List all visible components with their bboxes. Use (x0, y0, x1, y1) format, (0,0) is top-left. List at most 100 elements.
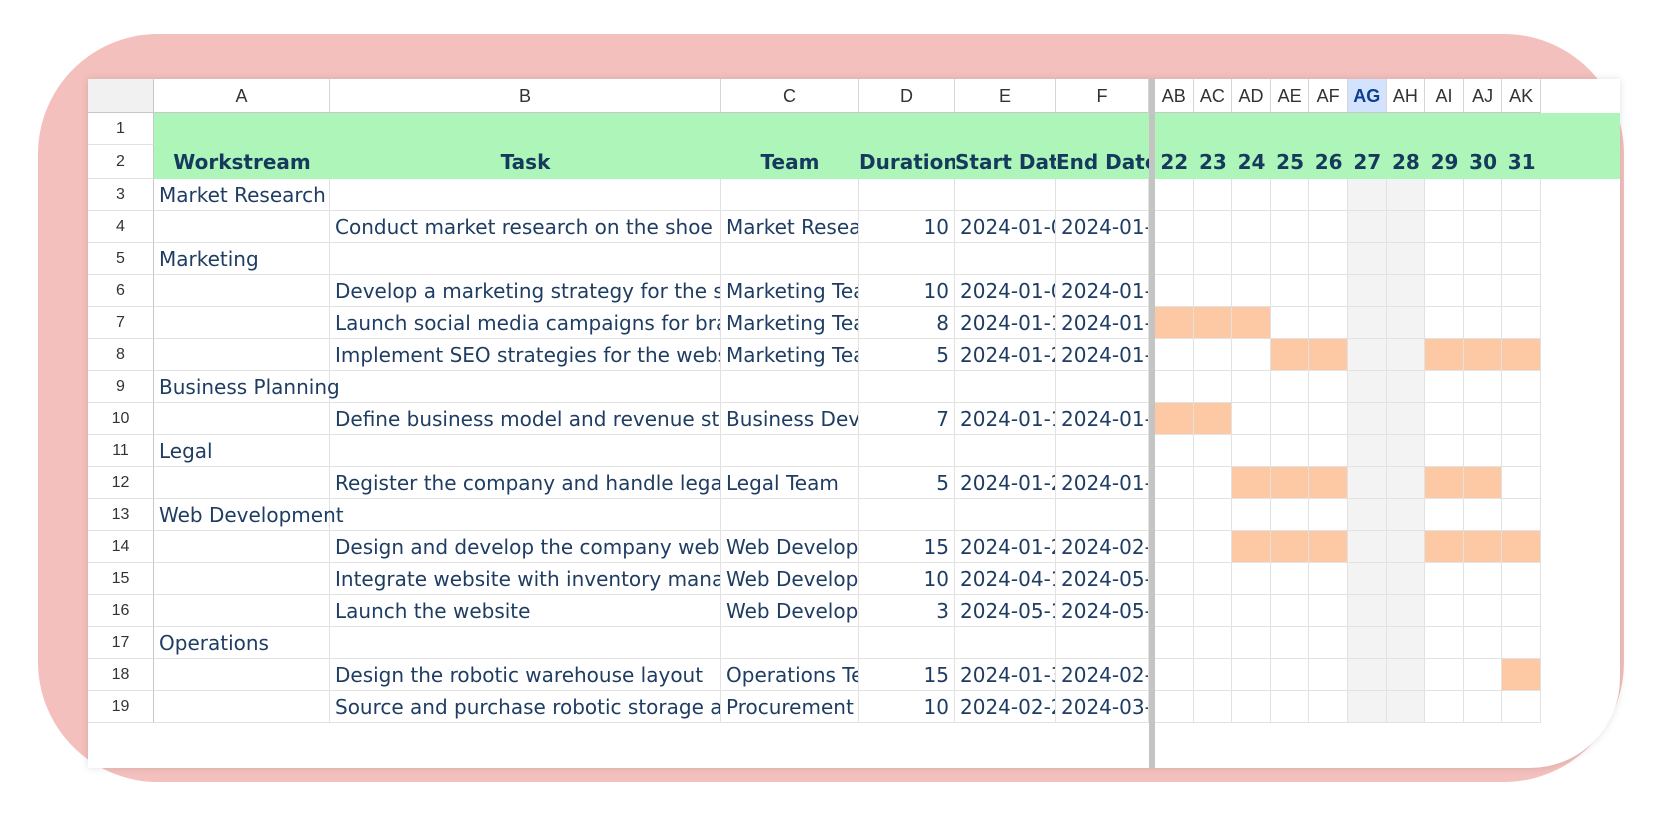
spreadsheet-grid[interactable]: A B C D E F AB AC AD AE AF AG AH AI AJ AK 1 2 Workstream Ta… (88, 79, 1620, 768)
cell-start[interactable]: 2024-01-01 (955, 275, 1056, 307)
cell-end[interactable]: 2024-02-13 (1056, 531, 1149, 563)
cell-team[interactable]: Marketing Team (721, 275, 859, 307)
gantt-cell[interactable] (1386, 691, 1426, 723)
gantt-bar-cell[interactable] (1232, 531, 1271, 563)
gantt-cell[interactable] (1502, 563, 1541, 595)
gantt-cell[interactable] (1270, 659, 1310, 691)
gantt-cell[interactable] (1270, 211, 1310, 243)
gantt-cell[interactable] (1232, 499, 1271, 531)
gantt-cell[interactable] (1386, 339, 1426, 371)
select-all-corner[interactable] (88, 79, 154, 113)
gantt-cell[interactable] (1155, 531, 1194, 563)
cell-end[interactable] (1056, 243, 1149, 275)
gantt-cell[interactable] (1193, 371, 1233, 403)
row-header-13[interactable]: 13 (88, 499, 154, 531)
gantt-cell[interactable] (1348, 211, 1387, 243)
gantt-cell[interactable] (1386, 435, 1426, 467)
gantt-cell[interactable] (1155, 563, 1194, 595)
gantt-cell[interactable] (1232, 403, 1271, 435)
gantt-cell[interactable] (1193, 499, 1233, 531)
gantt-bar-cell[interactable] (1463, 467, 1503, 499)
gantt-cell[interactable] (1309, 211, 1348, 243)
cell-end[interactable]: 2024-03-05 (1056, 691, 1149, 723)
gantt-cell[interactable] (1270, 403, 1310, 435)
cell-start[interactable] (955, 435, 1056, 467)
header-end-date[interactable]: End Date (1056, 145, 1149, 179)
gantt-cell[interactable] (1425, 691, 1464, 723)
cell-workstream[interactable]: Market Research (154, 179, 330, 211)
cell-team[interactable] (721, 435, 859, 467)
gantt-cell[interactable] (1425, 563, 1464, 595)
column-header-ag[interactable]: AG (1348, 79, 1387, 113)
cell-task[interactable] (330, 179, 721, 211)
gantt-cell[interactable] (1386, 179, 1426, 211)
gantt-cell[interactable] (1193, 595, 1233, 627)
row-header-4[interactable]: 4 (88, 211, 154, 243)
row-header-10[interactable]: 10 (88, 403, 154, 435)
cell-duration[interactable]: 7 (859, 403, 955, 435)
cell-workstream[interactable] (154, 691, 330, 723)
cell-start[interactable] (955, 243, 1056, 275)
header-team[interactable]: Team (721, 145, 859, 179)
cell-end[interactable]: 2024-02-20 (1056, 659, 1149, 691)
cell-start[interactable]: 2024-05-15 (955, 595, 1056, 627)
cell-workstream[interactable]: Operations (154, 627, 330, 659)
row-header-6[interactable]: 6 (88, 275, 154, 307)
cell-team[interactable]: Marketing Team (721, 307, 859, 339)
gantt-cell[interactable] (1309, 627, 1348, 659)
gantt-cell[interactable] (1309, 499, 1348, 531)
gantt-cell[interactable] (1232, 435, 1271, 467)
gantt-day-31[interactable]: 31 (1502, 145, 1541, 179)
gantt-cell[interactable] (1386, 211, 1426, 243)
gantt-cell[interactable] (1386, 627, 1426, 659)
gantt-cell[interactable] (1425, 403, 1464, 435)
column-header-f[interactable]: F (1056, 79, 1149, 113)
gantt-bar-cell[interactable] (1193, 307, 1233, 339)
cell-task[interactable]: Integrate website with inventory managem… (330, 563, 721, 595)
gantt-bar-cell[interactable] (1193, 403, 1233, 435)
column-header-aj[interactable]: AJ (1463, 79, 1503, 113)
gantt-cell[interactable] (1155, 467, 1194, 499)
gantt-cell[interactable] (1348, 339, 1387, 371)
gantt-cell[interactable] (1270, 627, 1310, 659)
gantt-cell[interactable] (1348, 595, 1387, 627)
gantt-cell[interactable] (1193, 435, 1233, 467)
gantt-bar-cell[interactable] (1309, 467, 1348, 499)
column-header-e[interactable]: E (955, 79, 1056, 113)
cell-task[interactable]: Register the company and handle legal re… (330, 467, 721, 499)
column-header-ad[interactable]: AD (1232, 79, 1271, 113)
cell-duration[interactable]: 10 (859, 563, 955, 595)
gantt-cell[interactable] (1386, 563, 1426, 595)
gantt-cell[interactable] (1502, 211, 1541, 243)
gantt-bar-cell[interactable] (1155, 403, 1194, 435)
gantt-cell[interactable] (1155, 275, 1194, 307)
row-header-3[interactable]: 3 (88, 179, 154, 211)
cell-workstream[interactable]: Business Planning (154, 371, 340, 403)
gantt-cell[interactable] (1348, 627, 1387, 659)
gantt-cell[interactable] (1270, 595, 1310, 627)
gantt-cell[interactable] (1502, 307, 1541, 339)
gantt-cell[interactable] (1155, 499, 1194, 531)
gantt-cell[interactable] (1309, 371, 1348, 403)
cell-task[interactable] (330, 627, 721, 659)
gantt-day-22[interactable]: 22 (1155, 145, 1194, 179)
cell-end[interactable]: 2024-01-23 (1056, 403, 1149, 435)
gantt-cell[interactable] (1270, 499, 1310, 531)
gantt-cell[interactable] (1425, 499, 1464, 531)
gantt-bar-cell[interactable] (1502, 659, 1541, 691)
gantt-cell[interactable] (1463, 211, 1503, 243)
cell-end[interactable] (1056, 179, 1149, 211)
gantt-cell[interactable] (1502, 403, 1541, 435)
cell-team[interactable]: Legal Team (721, 467, 859, 499)
gantt-cell[interactable] (1425, 307, 1464, 339)
gantt-cell[interactable] (1155, 659, 1194, 691)
row-header-18[interactable]: 18 (88, 659, 154, 691)
cell-task[interactable]: Source and purchase robotic storage and … (330, 691, 721, 723)
gantt-cell[interactable] (1463, 499, 1503, 531)
row-header-19[interactable]: 19 (88, 691, 154, 723)
cell-task[interactable] (330, 435, 721, 467)
column-header-ae[interactable]: AE (1270, 79, 1310, 113)
cell-start[interactable]: 2024-01-31 (955, 659, 1056, 691)
cell-task[interactable]: Define business model and revenue stream… (330, 403, 721, 435)
cell-team[interactable]: Procurement Team (721, 691, 859, 723)
